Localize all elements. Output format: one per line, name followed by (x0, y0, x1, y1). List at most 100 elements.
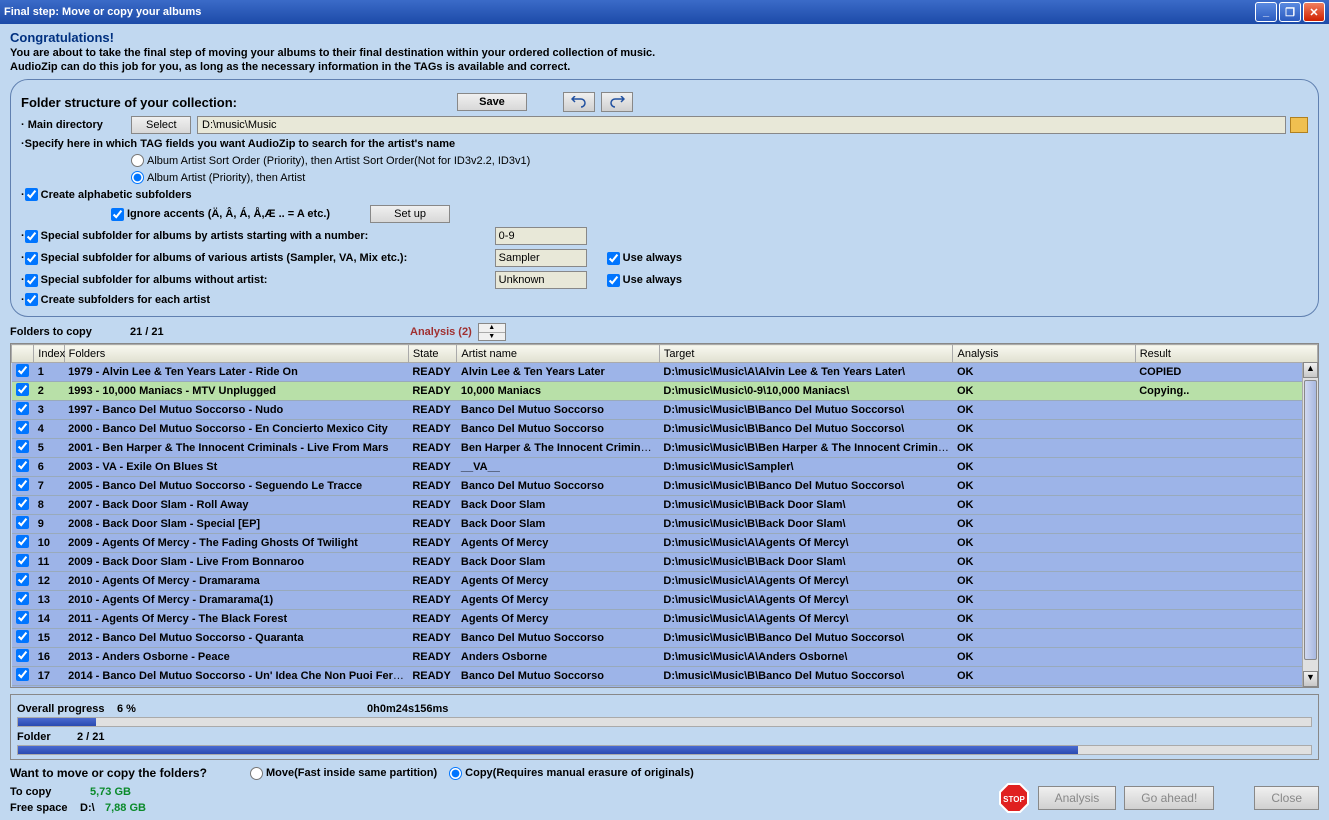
table-row[interactable]: 4 2000 - Banco Del Mutuo Soccorso - En C… (12, 420, 1318, 439)
col-check[interactable] (12, 345, 34, 363)
table-row[interactable]: 11 2009 - Back Door Slam - Live From Bon… (12, 553, 1318, 572)
row-analysis: OK (953, 686, 1135, 689)
radio-move[interactable]: Move(Fast inside same partition) (250, 767, 437, 780)
row-index: 17 (34, 667, 64, 686)
overall-time: 0h0m24s156ms (367, 703, 448, 715)
table-scrollbar[interactable]: ▲ ▼ (1302, 362, 1318, 687)
row-state: READY (408, 477, 457, 496)
table-row[interactable]: 7 2005 - Banco Del Mutuo Soccorso - Segu… (12, 477, 1318, 496)
chk-noartist-subfolder[interactable]: Special subfolder for albums without art… (25, 274, 495, 287)
chk-use-always-noartist[interactable]: Use always (607, 274, 682, 287)
row-checkbox[interactable] (16, 497, 29, 510)
row-checkbox[interactable] (16, 554, 29, 567)
row-checkbox[interactable] (16, 573, 29, 586)
undo-button[interactable] (563, 92, 595, 112)
redo-button[interactable] (601, 92, 633, 112)
col-analysis[interactable]: Analysis (953, 345, 1135, 363)
row-state: READY (408, 439, 457, 458)
table-row[interactable]: 1 1979 - Alvin Lee & Ten Years Later - R… (12, 363, 1318, 382)
row-target: D:\music\Music\A\Anders Osborne\ (659, 648, 953, 667)
va-subfolder-input[interactable] (495, 249, 587, 267)
col-folders[interactable]: Folders (64, 345, 408, 363)
save-button[interactable]: Save (457, 93, 527, 111)
table-row[interactable]: 5 2001 - Ben Harper & The Innocent Crimi… (12, 439, 1318, 458)
col-index[interactable]: Index (34, 345, 64, 363)
col-state[interactable]: State (408, 345, 457, 363)
table-row[interactable]: 2 1993 - 10,000 Maniacs - MTV Unplugged … (12, 382, 1318, 401)
table-row[interactable]: 13 2010 - Agents Of Mercy - Dramarama(1)… (12, 591, 1318, 610)
row-checkbox[interactable] (16, 535, 29, 548)
table-row[interactable]: 14 2011 - Agents Of Mercy - The Black Fo… (12, 610, 1318, 629)
chk-use-always-va[interactable]: Use always (607, 252, 682, 265)
table-row[interactable]: 18 2016 - Beth Hart - Fire On The Floor … (12, 686, 1318, 689)
radio-album-artist[interactable]: Album Artist (Priority), then Artist (131, 171, 305, 184)
row-checkbox[interactable] (16, 649, 29, 662)
chk-number-subfolder[interactable]: Special subfolder for albums by artists … (25, 230, 495, 243)
table-row[interactable]: 10 2009 - Agents Of Mercy - The Fading G… (12, 534, 1318, 553)
row-checkbox[interactable] (16, 592, 29, 605)
row-checkbox[interactable] (16, 440, 29, 453)
noartist-subfolder-input[interactable] (495, 271, 587, 289)
chk-alpha-subfolders[interactable]: Create alphabetic subfolders (25, 188, 192, 201)
row-checkbox[interactable] (16, 611, 29, 624)
scroll-thumb[interactable] (1304, 380, 1317, 660)
row-checkbox[interactable] (16, 383, 29, 396)
close-button[interactable]: ✕ (1303, 2, 1325, 22)
row-checkbox[interactable] (16, 687, 29, 688)
chk-va-subfolder[interactable]: Special subfolder for albums of various … (25, 252, 495, 265)
col-artist[interactable]: Artist name (457, 345, 659, 363)
row-checkbox[interactable] (16, 630, 29, 643)
main-dir-input[interactable] (197, 116, 1286, 134)
row-target: D:\music\Music\B\Back Door Slam\ (659, 515, 953, 534)
select-button[interactable]: Select (131, 116, 191, 134)
row-folder: 2008 - Back Door Slam - Special [EP] (64, 515, 408, 534)
table-row[interactable]: 6 2003 - VA - Exile On Blues St READY __… (12, 458, 1318, 477)
go-ahead-button[interactable]: Go ahead! (1124, 786, 1214, 810)
analysis-spinner[interactable]: ▲▼ (478, 323, 506, 341)
row-folder: 2005 - Banco Del Mutuo Soccorso - Seguen… (64, 477, 408, 496)
radio-sort-order[interactable]: Album Artist Sort Order (Priority), then… (131, 154, 530, 167)
row-state: READY (408, 534, 457, 553)
number-subfolder-input[interactable] (495, 227, 587, 245)
chk-each-artist[interactable]: Create subfolders for each artist (25, 293, 210, 306)
close-dialog-button[interactable]: Close (1254, 786, 1319, 810)
row-checkbox[interactable] (16, 516, 29, 529)
table-row[interactable]: 12 2010 - Agents Of Mercy - Dramarama RE… (12, 572, 1318, 591)
row-result: Copying.. (1135, 382, 1317, 401)
row-index: 3 (34, 401, 64, 420)
minimize-button[interactable]: _ (1255, 2, 1277, 22)
scroll-up-button[interactable]: ▲ (1303, 362, 1318, 378)
row-index: 8 (34, 496, 64, 515)
stop-button[interactable]: STOP (998, 782, 1030, 814)
browse-folder-icon[interactable] (1290, 117, 1308, 133)
row-artist: Agents Of Mercy (457, 591, 659, 610)
row-checkbox[interactable] (16, 668, 29, 681)
maximize-button[interactable]: ❐ (1279, 2, 1301, 22)
radio-copy[interactable]: Copy(Requires manual erasure of original… (449, 767, 694, 780)
table-row[interactable]: 16 2013 - Anders Osborne - Peace READY A… (12, 648, 1318, 667)
scroll-down-button[interactable]: ▼ (1303, 671, 1318, 687)
table-row[interactable]: 15 2012 - Banco Del Mutuo Soccorso - Qua… (12, 629, 1318, 648)
row-checkbox[interactable] (16, 459, 29, 472)
row-artist: Beth Hart (457, 686, 659, 689)
row-checkbox[interactable] (16, 402, 29, 415)
row-checkbox[interactable] (16, 421, 29, 434)
col-result[interactable]: Result (1135, 345, 1317, 363)
table-row[interactable]: 3 1997 - Banco Del Mutuo Soccorso - Nudo… (12, 401, 1318, 420)
row-checkbox[interactable] (16, 364, 29, 377)
col-target[interactable]: Target (659, 345, 953, 363)
row-artist: Back Door Slam (457, 515, 659, 534)
setup-button[interactable]: Set up (370, 205, 450, 223)
table-row[interactable]: 8 2007 - Back Door Slam - Roll Away READ… (12, 496, 1318, 515)
folder-table: Index Folders State Artist name Target A… (10, 343, 1319, 688)
chk-ignore-accents[interactable]: Ignore accents (Ä, Â, Á, Å,Æ .. = A etc.… (111, 208, 330, 221)
table-row[interactable]: 17 2014 - Banco Del Mutuo Soccorso - Un'… (12, 667, 1318, 686)
row-state: READY (408, 629, 457, 648)
window-title: Final step: Move or copy your albums (4, 6, 201, 18)
row-artist: Banco Del Mutuo Soccorso (457, 629, 659, 648)
table-row[interactable]: 9 2008 - Back Door Slam - Special [EP] R… (12, 515, 1318, 534)
analysis-button[interactable]: Analysis (1038, 786, 1117, 810)
row-checkbox[interactable] (16, 478, 29, 491)
row-target: D:\music\Music\B\Banco Del Mutuo Soccors… (659, 667, 953, 686)
row-target: D:\music\Music\Sampler\ (659, 458, 953, 477)
